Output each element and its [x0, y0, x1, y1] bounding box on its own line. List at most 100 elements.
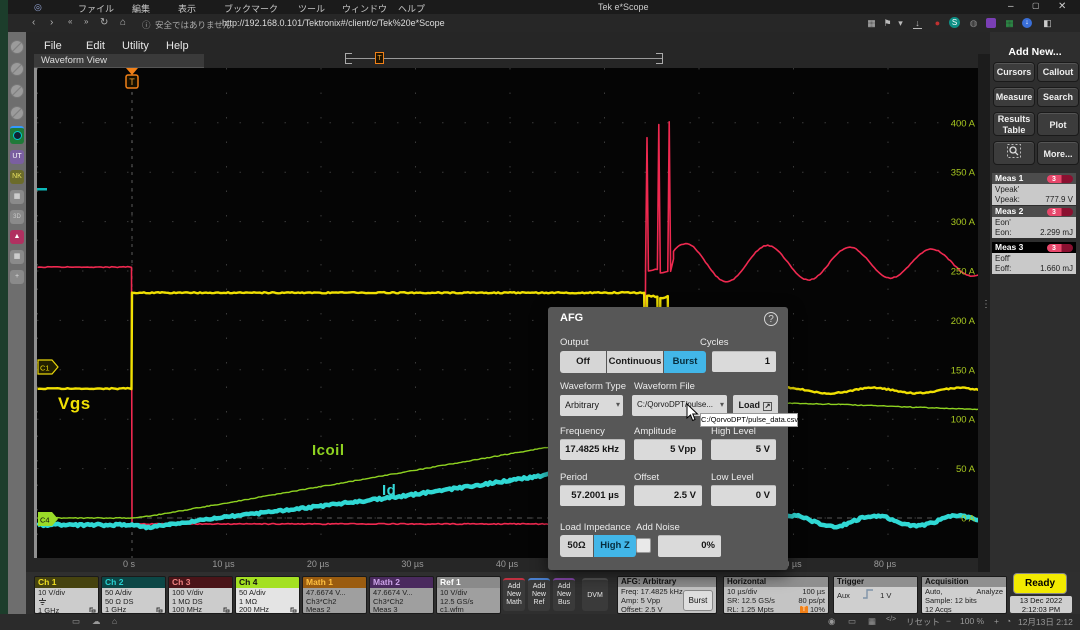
cursors-button[interactable]: Cursors [993, 62, 1035, 82]
output-burst-button[interactable]: Burst [664, 351, 706, 373]
extension-blue-icon[interactable]: ↓ [1022, 18, 1032, 28]
high-level-input[interactable]: 5 V [711, 439, 776, 460]
panel-toggle-icon[interactable]: ▭ [72, 616, 80, 627]
acquisition-badge[interactable]: Acquisition Auto,Analyze Sample: 12 bits… [921, 576, 1007, 614]
app-menu-file[interactable]: File [44, 40, 62, 52]
next-tab-icon[interactable]: » [84, 17, 88, 26]
amplitude-input[interactable]: 5 Vpp [634, 439, 702, 460]
snapshot-icon[interactable]: ◉ [828, 616, 835, 627]
prev-tab-icon[interactable]: « [68, 17, 72, 26]
meas2-header[interactable]: Meas 23 [992, 206, 1076, 217]
results-table-button[interactable]: Results Table [993, 112, 1035, 136]
meas1-body[interactable]: Vpeak' Vpeak:777.9 V [992, 184, 1076, 205]
horizontal-overview-bar[interactable]: T [345, 52, 663, 65]
add-new-math-button[interactable]: Add New Math [503, 578, 525, 611]
ref-badge-ref1[interactable]: Ref 1 10 V/div12.5 GS/sc1.wfm [436, 576, 501, 614]
meas2-count-badge[interactable]: 3 [1047, 208, 1073, 216]
add-new-ref-button[interactable]: Add New Ref [528, 578, 550, 611]
help-icon[interactable]: ? [764, 312, 778, 326]
afg-burst-button[interactable]: Burst [683, 590, 713, 611]
math-badge-math1[interactable]: Math 1 47.6674 V...Ch3*Ch2Meas 2 [302, 576, 367, 614]
output-off-button[interactable]: Off [560, 351, 606, 373]
meas1-count-badge[interactable]: 3 [1047, 175, 1073, 183]
address-bar[interactable]: http://192.168.0.101/Tektronix#/client/c… [222, 18, 445, 28]
code-icon[interactable]: </> [886, 616, 896, 623]
cycles-input[interactable]: 1 [712, 351, 776, 372]
app-menu-help[interactable]: Help [166, 40, 189, 52]
tab-peak-icon[interactable]: ▲ [10, 230, 24, 244]
maximize-button[interactable]: ▢ [1032, 1, 1040, 10]
home-status-icon[interactable]: ⌂ [112, 616, 117, 626]
channel-badge-ch4[interactable]: Ch 4 50 A/div1 MΩ200 MHz [235, 576, 300, 614]
plot-button[interactable]: Plot [1037, 112, 1079, 136]
channel-badge-ch2[interactable]: Ch 2 50 A/div50 Ω DS1 GHz [101, 576, 166, 614]
tile-view-icon[interactable]: ▦ [864, 18, 879, 29]
period-input[interactable]: 57.2001 µs [560, 485, 625, 506]
channel-marker-c1[interactable]: C1 [38, 360, 58, 374]
overview-left-bracket[interactable] [345, 53, 352, 64]
channel-marker-c2-tick[interactable] [37, 188, 47, 191]
tab-globe-icon[interactable] [10, 84, 24, 98]
trigger-badge[interactable]: Trigger Aux 1 V [833, 576, 918, 614]
refresh-icon[interactable]: ↻ [100, 17, 108, 28]
callout-button[interactable]: Callout [1037, 62, 1079, 82]
channel-badge-ch1[interactable]: Ch 1 10 V/div1 GHz [34, 576, 99, 614]
app-menu-utility[interactable]: Utility [122, 40, 149, 52]
waveform-canvas[interactable]: T C1 C4 400 A350 A300 A250 A200 A150 A10… [37, 68, 978, 558]
minimize-button[interactable]: – [1008, 1, 1014, 12]
impedance-highz-button[interactable]: High Z [594, 535, 636, 557]
trigger-marker[interactable]: T [126, 68, 138, 88]
zoom-out-button[interactable]: − [946, 616, 951, 626]
image-icon[interactable]: ▦ [868, 616, 876, 627]
zoom-mode-button[interactable] [993, 141, 1035, 165]
tab-ut-icon[interactable]: UT [10, 150, 24, 164]
meas2-body[interactable]: Eon' Eon:2.299 mJ [992, 217, 1076, 238]
tab-globe-icon[interactable] [10, 106, 24, 120]
info-icon[interactable]: ⓘ [142, 19, 151, 31]
zoom-in-button[interactable]: + [994, 616, 999, 626]
extension-s-icon[interactable]: S [949, 17, 960, 28]
download-icon[interactable]: ↓ [913, 18, 922, 29]
overview-right-bracket[interactable] [656, 53, 663, 64]
tab-nk-icon[interactable]: NK [10, 170, 24, 184]
new-tab-button[interactable]: + [10, 270, 24, 284]
more-button[interactable]: More... [1037, 141, 1079, 165]
meas3-header[interactable]: Meas 33 [992, 242, 1076, 253]
panel-splitter[interactable]: ⋮ [978, 54, 990, 572]
tab-active-scope-icon[interactable] [10, 126, 24, 144]
close-button[interactable]: ✕ [1058, 1, 1066, 12]
tab-pages-icon[interactable]: ▦ [10, 190, 24, 204]
chevron-down-icon[interactable]: ▾ [893, 18, 908, 29]
extension-green-icon[interactable]: ▦ [1002, 18, 1017, 29]
cloud-icon[interactable]: ☁ [92, 616, 101, 627]
channel-badge-ch3[interactable]: Ch 3 100 V/div1 MΩ DS100 MHz [168, 576, 233, 614]
measure-button[interactable]: Measure [993, 87, 1035, 107]
tab-3d-icon[interactable]: 3D [10, 210, 24, 224]
tab-globe-icon[interactable] [10, 62, 24, 76]
horizontal-badge[interactable]: Horizontal 10 µs/div100 µs SR: 12.5 GS/s… [723, 576, 829, 614]
impedance-50ohm-button[interactable]: 50Ω [560, 535, 593, 557]
window-status-icon[interactable]: ▭ [848, 616, 856, 627]
add-noise-checkbox[interactable] [636, 538, 651, 553]
noise-percent-input[interactable]: 0% [658, 535, 721, 557]
forward-icon[interactable]: › [50, 17, 53, 28]
afg-badge[interactable]: AFG: Arbitrary Freq: 17.4825 kHz Amp: 5 … [617, 576, 717, 614]
overview-trigger-icon[interactable]: T [375, 52, 384, 64]
meas1-header[interactable]: Meas 13 [992, 173, 1076, 184]
add-new-bus-button[interactable]: Add New Bus [553, 578, 575, 611]
home-icon[interactable]: ⌂ [120, 17, 126, 28]
browser-logo-icon[interactable]: ◎ [34, 2, 42, 13]
afg-dialog[interactable]: AFG ? Output Cycles Off Continuous Burst… [548, 307, 788, 570]
waveform-plot[interactable]: T C1 C4 400 A350 A300 A250 A200 A150 A10… [34, 68, 978, 558]
app-menu-edit[interactable]: Edit [86, 40, 105, 52]
reset-zoom-button[interactable]: リセット [906, 616, 940, 628]
tab-grid-icon[interactable]: ▦ [10, 250, 24, 264]
frequency-input[interactable]: 17.4825 kHz [560, 439, 625, 460]
waveform-type-dropdown[interactable]: Arbitrary▾ [560, 395, 623, 416]
offset-input[interactable]: 2.5 V [634, 485, 702, 506]
extension-purple-icon[interactable] [986, 18, 996, 28]
meas3-count-badge[interactable]: 3 [1047, 244, 1073, 252]
search-button[interactable]: Search [1037, 87, 1079, 107]
tab-globe-icon[interactable] [10, 40, 24, 54]
ready-status-button[interactable]: Ready [1014, 574, 1066, 593]
